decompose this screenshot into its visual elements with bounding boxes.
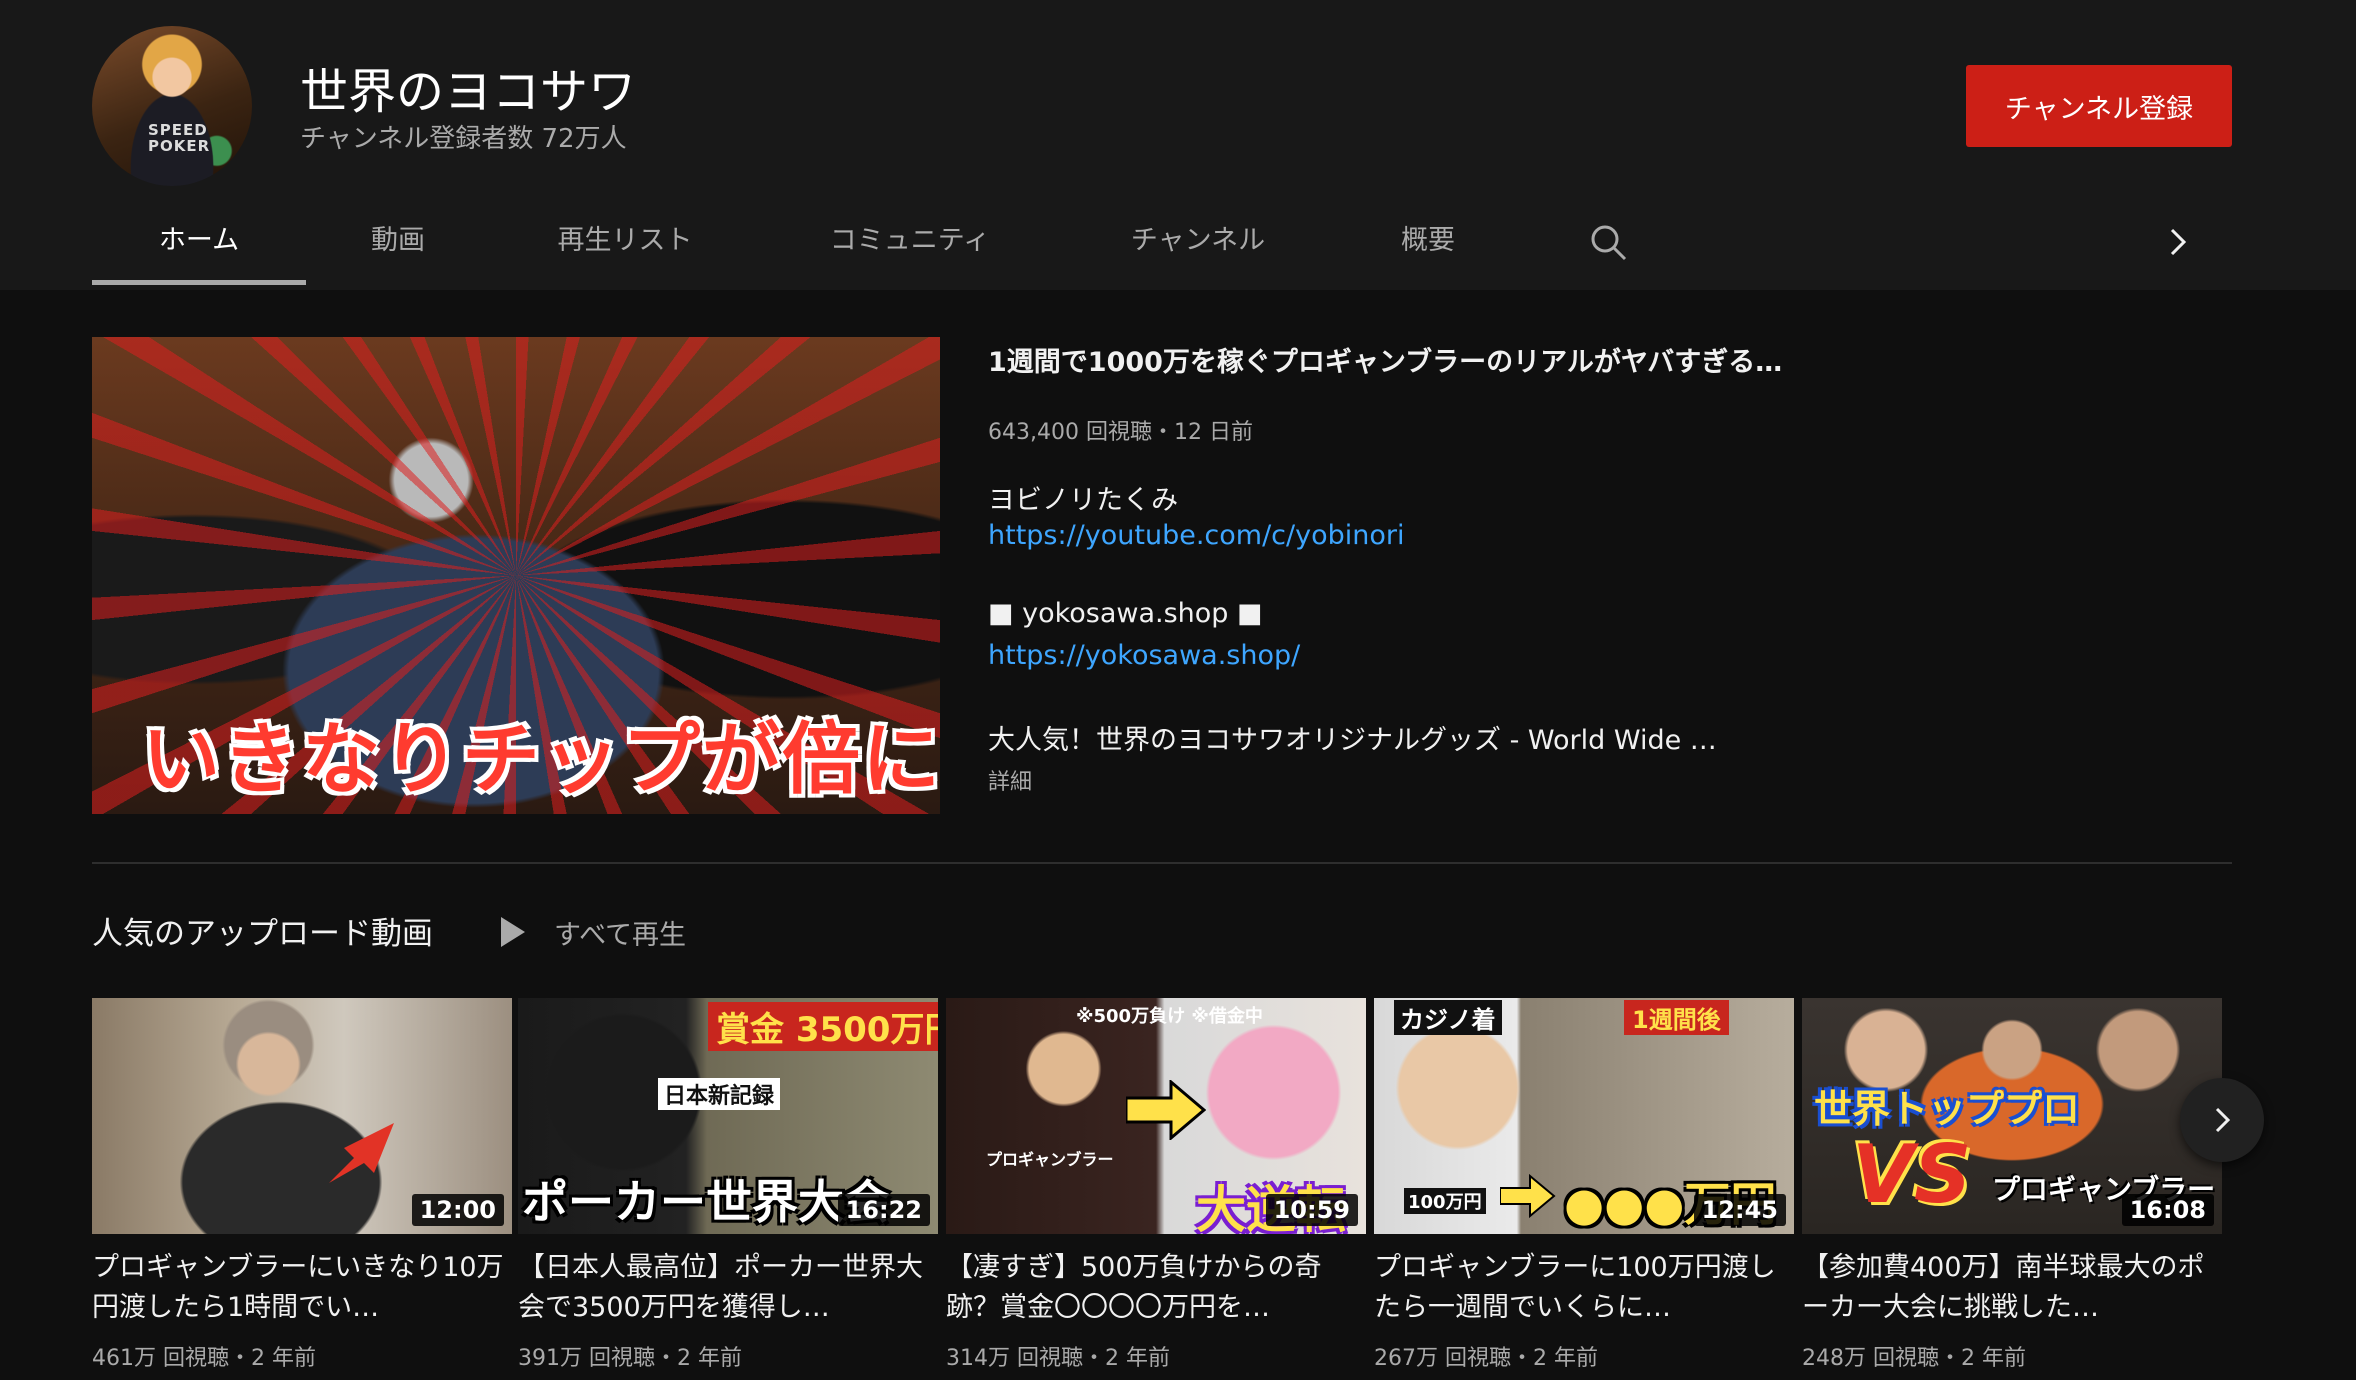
read-more-link[interactable]: 詳細 [988, 764, 1032, 796]
tab-playlists[interactable]: 再生リスト [540, 200, 710, 288]
video-meta: 248万 回視聴・2 年前 [1802, 1346, 2026, 1371]
youtube-channel-page: SPEED POKER 世界のヨコサワ チャンネル登録者数 72万人 チャンネル… [0, 0, 2356, 1380]
video-card: ※500万負け ※借金中 プロギャンブラー 大逆転 10:59 【凄すぎ】500… [946, 998, 1366, 1372]
video-duration: 16:08 [2121, 1194, 2214, 1226]
play-all-label: すべて再生 [554, 919, 687, 951]
featured-desc-line: ヨビノリたくみ [988, 485, 1179, 516]
thumbnail-text: VS [1852, 1128, 1972, 1221]
featured-desc-link[interactable]: https://youtube.com/c/yobinori [988, 520, 1405, 551]
channel-header: SPEED POKER 世界のヨコサワ チャンネル登録者数 72万人 チャンネル… [0, 0, 2356, 290]
channel-name: 世界のヨコサワ [300, 64, 637, 120]
video-duration: 12:45 [1693, 1194, 1786, 1226]
play-all-button[interactable]: すべて再生 [498, 912, 686, 952]
chevron-right-icon [2215, 1107, 2231, 1133]
video-card: 賞金 3500万円 日本新記録 ポーカー世界大会 16:22 【日本人最高位】ポ… [518, 998, 938, 1372]
arrow-graphic [1500, 1174, 1556, 1218]
video-title[interactable]: プロギャンブラーに100万円渡したら一週間でいくらに… [1374, 1248, 1786, 1328]
active-tab-indicator [92, 280, 306, 285]
video-meta: 314万 回視聴・2 年前 [946, 1346, 1170, 1371]
subscriber-count: チャンネル登録者数 72万人 [300, 124, 627, 154]
tab-about[interactable]: 概要 [1380, 200, 1476, 288]
video-meta: 391万 回視聴・2 年前 [518, 1346, 742, 1371]
section-divider [92, 862, 2232, 864]
thumbnail-text: 賞金 3500万円 [708, 1002, 938, 1051]
video-title[interactable]: プロギャンブラーにいきなり10万円渡したら1時間でい… [92, 1248, 504, 1328]
video-card: 世界トッププロ VS プロギャンブラー 16:08 【参加費400万】南半球最大… [1802, 998, 2222, 1372]
arrow-graphic [329, 1123, 394, 1183]
video-thumbnail[interactable]: 世界トッププロ VS プロギャンブラー 16:08 [1802, 998, 2222, 1234]
channel-tabs: ホーム 動画 再生リスト コミュニティ チャンネル 概要 [0, 200, 2356, 290]
video-meta: 461万 回視聴・2 年前 [92, 1346, 316, 1371]
thumbnail-text: 1週間後 [1624, 1000, 1729, 1035]
video-title[interactable]: 【参加費400万】南半球最大のポーカー大会に挑戦した… [1802, 1248, 2214, 1328]
channel-avatar[interactable]: SPEED POKER [92, 26, 252, 186]
featured-thumbnail-caption: いきなりチップが倍に！ [142, 715, 940, 805]
tab-channels[interactable]: チャンネル [1110, 200, 1286, 288]
tab-videos[interactable]: 動画 [338, 200, 458, 288]
thumbnail-text: カジノ着 [1394, 1000, 1502, 1035]
arrow-graphic [1126, 1080, 1206, 1140]
thumbnail-text: プロギャンブラー [986, 1150, 1114, 1169]
thumbnail-text: 日本新記録 [658, 1078, 781, 1110]
featured-desc-line: 大人気！世界のヨコサワオリジナルグッズ - World Wide … [988, 725, 1717, 756]
featured-desc-line: ■ yokosawa.shop ■ [988, 598, 1263, 629]
thumbnail-text: 世界トッププロ [1814, 1087, 2081, 1131]
video-thumbnail[interactable]: ※500万負け ※借金中 プロギャンブラー 大逆転 10:59 [946, 998, 1366, 1234]
video-card: カジノ着 1週間後 100万円 ●●●万円 12:45 プロギャンブラーに100… [1374, 998, 1794, 1372]
chevron-right-icon[interactable] [2158, 222, 2198, 262]
video-title[interactable]: 【凄すぎ】500万負けからの奇跡？賞金〇〇〇〇万円を… [946, 1248, 1358, 1328]
video-title[interactable]: 【日本人最高位】ポーカー世界大会で3500万円を獲得し… [518, 1248, 930, 1328]
video-duration: 10:59 [1265, 1194, 1358, 1226]
featured-video-thumbnail[interactable]: いきなりチップが倍に！ [92, 337, 940, 814]
avatar-shirt-text: SPEED POKER [148, 121, 211, 155]
video-thumbnail[interactable]: 12:00 [92, 998, 512, 1234]
thumbnail-text: ※500万負け ※借金中 [1076, 1006, 1263, 1027]
video-thumbnail[interactable]: 賞金 3500万円 日本新記録 ポーカー世界大会 16:22 [518, 998, 938, 1234]
shelf-title: 人気のアップロード動画 [92, 916, 433, 952]
search-icon[interactable] [1588, 222, 1628, 262]
video-thumbnail[interactable]: カジノ着 1週間後 100万円 ●●●万円 12:45 [1374, 998, 1794, 1234]
thumbnail-text: ポーカー世界大会 [522, 1175, 890, 1229]
video-meta: 267万 回視聴・2 年前 [1374, 1346, 1598, 1371]
featured-video-title[interactable]: 1週間で1000万を稼ぐプロギャンブラーのリアルがヤバすぎる… [988, 340, 1782, 379]
play-icon [501, 917, 525, 947]
video-duration: 16:22 [837, 1194, 930, 1226]
video-duration: 12:00 [411, 1194, 504, 1226]
featured-video-meta: 643,400 回視聴・12 日前 [988, 420, 1253, 445]
thumbnail-text: 100万円 [1404, 1188, 1486, 1214]
featured-desc-link[interactable]: https://yokosawa.shop/ [988, 640, 1300, 671]
tab-community[interactable]: コミュニティ [810, 200, 1010, 288]
subscribe-button[interactable]: チャンネル登録 [1966, 65, 2232, 147]
shelf-next-button[interactable] [2180, 1078, 2264, 1162]
tab-home[interactable]: ホーム [92, 200, 306, 288]
video-card: 12:00 プロギャンブラーにいきなり10万円渡したら1時間でい… 461万 回… [92, 998, 512, 1372]
